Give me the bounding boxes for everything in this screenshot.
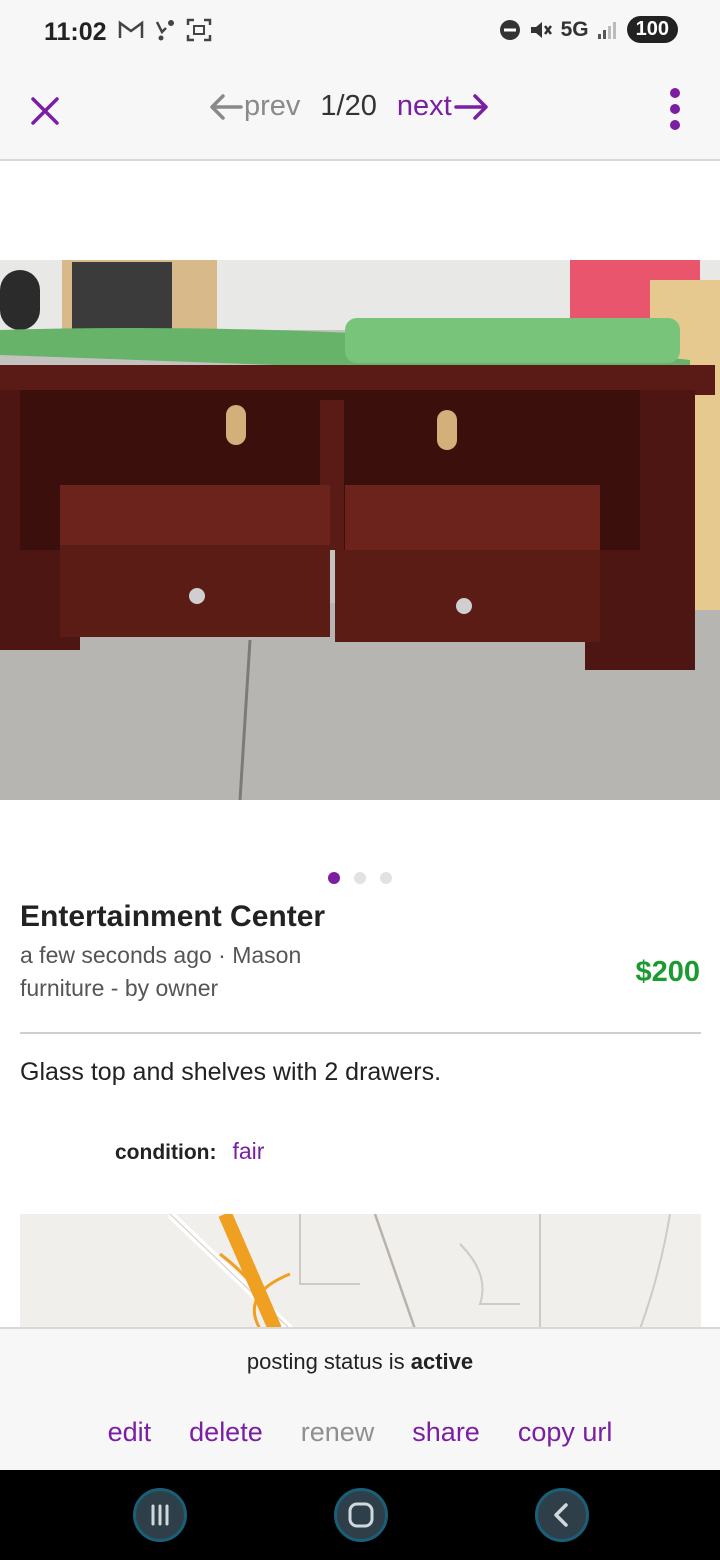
recent-apps-button[interactable] bbox=[133, 1488, 187, 1542]
home-icon bbox=[348, 1502, 374, 1528]
status-bar: 11:02 5G 100 bbox=[0, 0, 720, 66]
system-nav-bar bbox=[0, 1470, 720, 1560]
prev-label: prev bbox=[244, 90, 301, 122]
share-link[interactable]: share bbox=[412, 1417, 480, 1448]
mute-icon bbox=[530, 21, 552, 38]
gallery-dot[interactable] bbox=[380, 872, 392, 884]
listing-photo[interactable] bbox=[0, 260, 720, 800]
condition-label: condition: bbox=[115, 1141, 217, 1164]
location-map[interactable] bbox=[20, 1214, 701, 1329]
edit-link[interactable]: edit bbox=[108, 1417, 152, 1448]
action-links: edit delete renew share copy url bbox=[0, 1417, 720, 1448]
back-button[interactable] bbox=[535, 1488, 589, 1542]
home-button[interactable] bbox=[334, 1488, 388, 1542]
condition-row: condition: fair bbox=[115, 1138, 264, 1165]
listing-description: Glass top and shelves with 2 drawers. bbox=[20, 1058, 442, 1086]
back-icon bbox=[554, 1503, 568, 1527]
pager-counter: 1/20 bbox=[320, 90, 377, 122]
posting-status: posting status is active bbox=[0, 1349, 720, 1375]
screenshot-icon bbox=[186, 18, 212, 42]
listing-nav-bar: prev 1/20 next bbox=[0, 66, 720, 161]
condition-value[interactable]: fair bbox=[232, 1138, 264, 1165]
listing-category: furniture - by owner bbox=[20, 975, 219, 1001]
status-time: 11:02 bbox=[44, 18, 107, 46]
status-icons-left bbox=[118, 18, 212, 42]
posting-status-value: active bbox=[410, 1349, 474, 1374]
listing-posted: a few seconds ago · Mason bbox=[20, 942, 302, 968]
gallery-dot[interactable] bbox=[328, 872, 340, 884]
signal-icon bbox=[597, 21, 616, 39]
gallery-dots bbox=[0, 872, 720, 884]
divider bbox=[20, 1032, 701, 1034]
close-icon[interactable] bbox=[28, 94, 62, 128]
arrow-right-icon bbox=[453, 93, 488, 120]
posting-actions-bar: posting status is active edit delete ren… bbox=[0, 1327, 720, 1470]
gmail-icon bbox=[118, 20, 144, 38]
listing-title: Entertainment Center bbox=[20, 900, 326, 933]
next-label: next bbox=[396, 90, 452, 122]
network-label: 5G bbox=[560, 17, 589, 41]
delete-link[interactable]: delete bbox=[189, 1417, 263, 1448]
more-options-icon[interactable] bbox=[664, 86, 686, 132]
status-icons-right: 5G 100 bbox=[499, 16, 678, 43]
battery-indicator: 100 bbox=[626, 16, 678, 43]
prev-button[interactable]: prev bbox=[208, 90, 300, 123]
recent-apps-icon bbox=[151, 1504, 169, 1526]
copy-url-link[interactable]: copy url bbox=[518, 1417, 613, 1448]
renew-link: renew bbox=[300, 1417, 375, 1447]
listing-price: $200 bbox=[635, 956, 700, 988]
next-button[interactable]: next bbox=[397, 90, 492, 123]
dnd-icon bbox=[499, 19, 520, 40]
pager: prev 1/20 next bbox=[208, 90, 492, 123]
posting-status-prefix: posting status is bbox=[246, 1349, 405, 1374]
arrow-left-icon bbox=[210, 93, 243, 120]
gallery-dot[interactable] bbox=[354, 872, 366, 884]
voicemail-icon bbox=[155, 20, 174, 41]
